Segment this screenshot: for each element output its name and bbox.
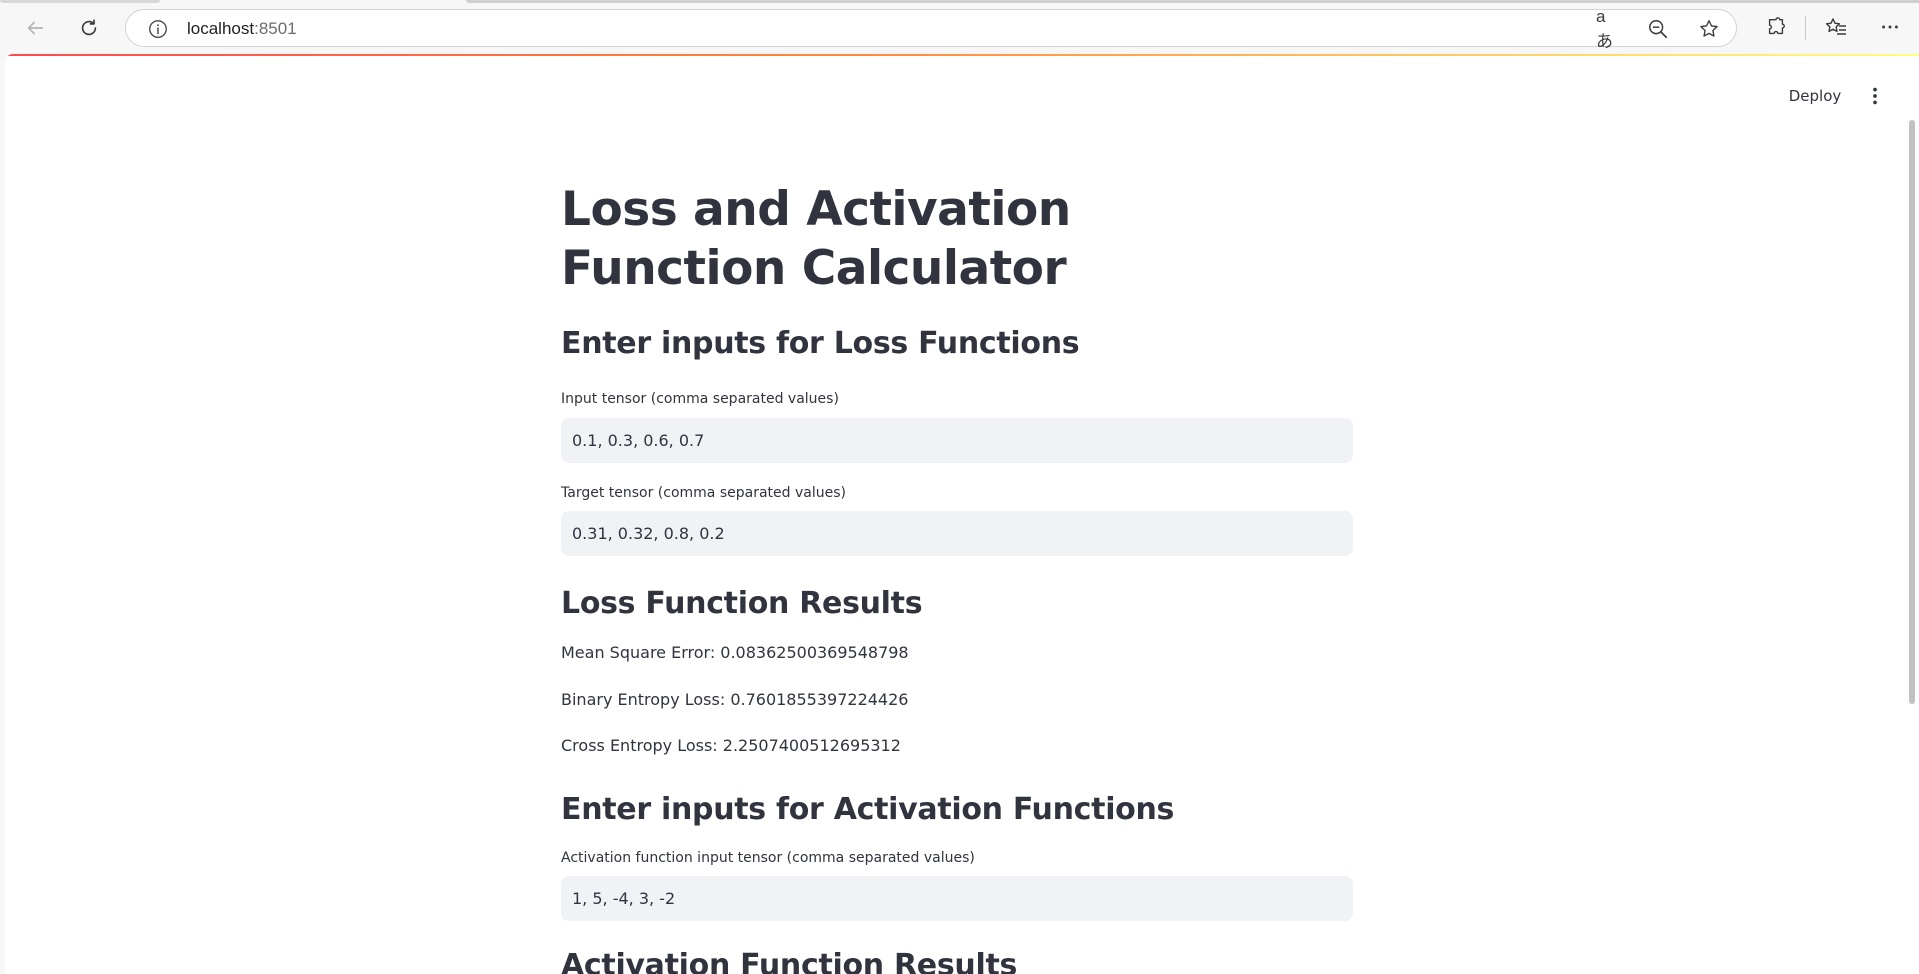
toolbar-divider [1805, 16, 1806, 40]
page-title: Loss and Activation Function Calculator [561, 182, 1071, 296]
extensions-button[interactable] [1763, 14, 1789, 40]
bce-result: Binary Entropy Loss: 0.7601855397224426 [561, 690, 909, 709]
activation-tensor-field[interactable] [561, 876, 1353, 921]
deploy-button[interactable]: Deploy [1785, 78, 1845, 114]
url-host: localhost [187, 19, 255, 38]
star-icon [1700, 20, 1718, 37]
browser-menu-button[interactable] [1877, 14, 1903, 40]
activation-inputs-heading: Enter inputs for Activation Functions [561, 792, 1175, 827]
url-port: :8501 [254, 19, 297, 38]
browser-toolbar: localhost:8501 aあ [0, 0, 1919, 54]
app-decoration-bar [5, 54, 1919, 56]
address-bar[interactable]: localhost:8501 aあ [125, 7, 1737, 51]
back-arrow-icon [27, 21, 44, 35]
mse-result: Mean Square Error: 0.08362500369548798 [561, 643, 909, 662]
target-tensor-label: Target tensor (comma separated values) [561, 485, 846, 501]
back-button[interactable] [18, 11, 52, 45]
reload-icon [81, 19, 97, 36]
tab-strip-edge [0, 0, 1919, 3]
loss-inputs-heading: Enter inputs for Loss Functions [561, 326, 1080, 361]
zoom-out-button[interactable] [1646, 17, 1670, 41]
ce-result: Cross Entropy Loss: 2.2507400512695312 [561, 736, 901, 755]
puzzle-icon [1768, 17, 1785, 35]
zoom-out-icon [1649, 20, 1668, 39]
read-aloud-icon: aあ [1596, 6, 1613, 51]
more-vertical-icon [1873, 87, 1877, 105]
favorite-button[interactable] [1697, 17, 1721, 41]
page-viewport: Deploy Loss and Activation Function Calc… [5, 54, 1919, 974]
more-horizontal-icon [1882, 25, 1898, 29]
site-info-icon[interactable] [147, 18, 169, 40]
url-text[interactable]: localhost:8501 [187, 18, 297, 40]
target-tensor-field[interactable] [561, 511, 1353, 556]
activation-results-heading: Activation Function Results [561, 948, 1018, 974]
app-main-menu-button[interactable] [1861, 82, 1889, 110]
input-tensor-field[interactable] [561, 418, 1353, 463]
scrollbar-thumb[interactable] [1909, 120, 1915, 704]
activation-tensor-label: Activation function input tensor (comma … [561, 850, 975, 866]
favorites-button[interactable] [1823, 14, 1849, 40]
reload-button[interactable] [72, 11, 106, 45]
favorites-list-icon [1825, 18, 1846, 35]
input-tensor-label: Input tensor (comma separated values) [561, 391, 839, 407]
loss-results-heading: Loss Function Results [561, 586, 923, 621]
read-aloud-button[interactable]: aあ [1596, 7, 1620, 51]
